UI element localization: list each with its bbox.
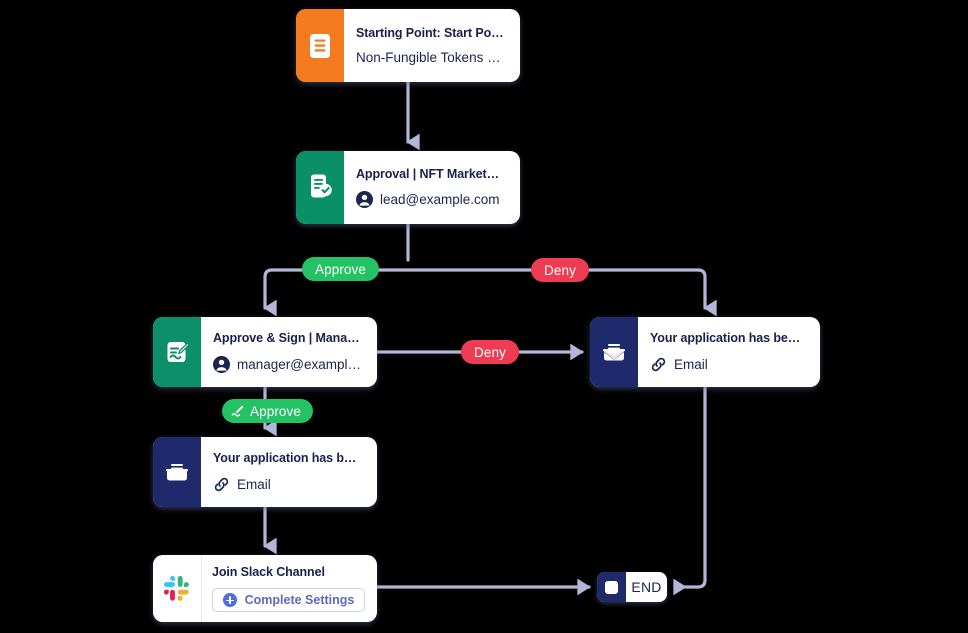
- node-approve-and-sign-manager[interactable]: Approve & Sign | Manager manager@example…: [153, 317, 377, 387]
- node-title: Join Slack Channel: [212, 564, 325, 579]
- complete-settings-button[interactable]: Complete Settings: [212, 588, 365, 613]
- node-subtitle: Email: [650, 356, 806, 373]
- user-avatar-icon: [356, 191, 373, 209]
- node-subtitle-text: manager@example.com: [237, 356, 363, 372]
- user-avatar-icon: [213, 355, 230, 373]
- node-title: Approval | NFT Marketplace …: [356, 166, 506, 181]
- node-title: Your application has been de…: [650, 331, 806, 346]
- badge-deny-secondary[interactable]: Deny: [461, 340, 519, 364]
- node-body: Join Slack Channel Complete Settings: [202, 555, 377, 622]
- badge-label: Approve: [250, 403, 301, 419]
- node-body: Your application has been ap… Email: [201, 437, 377, 507]
- node-subtitle-text: Non-Fungible Tokens Mar…: [356, 50, 506, 66]
- stop-square-icon: [597, 572, 626, 602]
- sign-document-icon: [153, 317, 201, 387]
- node-body: Approve & Sign | Manager manager@example…: [201, 317, 377, 387]
- workflow-canvas: Starting Point: Start Point Non-Fungible…: [0, 0, 968, 633]
- node-approval[interactable]: Approval | NFT Marketplace … lead@exampl…: [296, 151, 520, 224]
- node-title: Starting Point: Start Point: [356, 25, 506, 40]
- node-subtitle: lead@example.com: [356, 191, 506, 209]
- badge-label: Deny: [544, 262, 576, 278]
- node-subtitle: manager@example.com: [213, 355, 363, 373]
- node-approved-email[interactable]: Your application has been ap… Email: [153, 437, 377, 507]
- link-icon: [650, 356, 667, 373]
- node-body: Your application has been de… Email: [638, 317, 820, 387]
- edge-deny-email-to-end: [673, 385, 707, 596]
- badge-approve-primary[interactable]: Approve: [302, 257, 379, 281]
- node-subtitle: Non-Fungible Tokens Mar…: [356, 50, 506, 65]
- badge-label: Approve: [315, 261, 366, 277]
- node-starting-point[interactable]: Starting Point: Start Point Non-Fungible…: [296, 9, 520, 82]
- node-end[interactable]: END: [597, 572, 667, 602]
- plus-circle-icon: [222, 593, 237, 608]
- node-title: Approve & Sign | Manager: [213, 331, 363, 346]
- node-body: Approval | NFT Marketplace … lead@exampl…: [344, 151, 520, 224]
- complete-settings-label: Complete Settings: [244, 593, 355, 608]
- envelope-icon: [153, 437, 201, 507]
- approval-document-icon: [296, 151, 344, 224]
- link-icon: [213, 476, 230, 493]
- node-subtitle: Email: [213, 476, 363, 493]
- node-subtitle-text: Email: [674, 356, 708, 372]
- node-join-slack-channel[interactable]: Join Slack Channel Complete Settings: [153, 555, 377, 622]
- node-denied-email[interactable]: Your application has been de… Email: [590, 317, 820, 387]
- node-subtitle-text: Email: [237, 476, 271, 492]
- end-label: END: [631, 579, 662, 595]
- badge-deny-primary[interactable]: Deny: [531, 258, 589, 282]
- node-title: Your application has been ap…: [213, 451, 363, 466]
- connector-layer: [263, 80, 717, 596]
- envelope-icon: [590, 317, 638, 387]
- node-body: Starting Point: Start Point Non-Fungible…: [344, 9, 520, 82]
- slack-logo-icon: [153, 555, 202, 622]
- badge-approve-sign[interactable]: Approve: [222, 399, 313, 423]
- node-subtitle-text: lead@example.com: [380, 192, 500, 208]
- badge-label: Deny: [474, 344, 506, 360]
- sign-pen-icon: [231, 404, 245, 418]
- document-icon: [296, 9, 344, 82]
